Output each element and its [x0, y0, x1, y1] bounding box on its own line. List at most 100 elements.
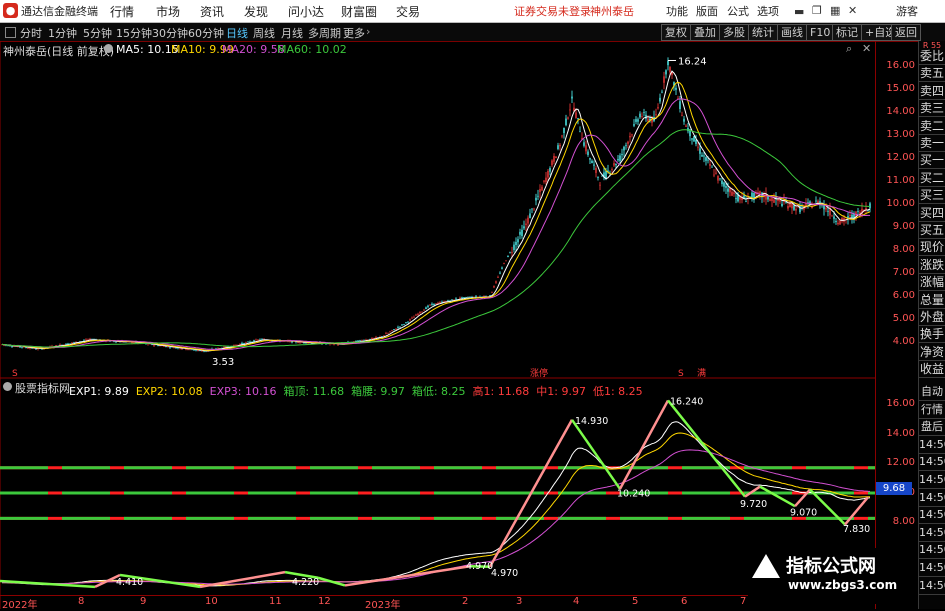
candle-body — [421, 312, 422, 313]
indicator-tick-label: 12.00 — [886, 457, 915, 468]
candle-body — [405, 322, 406, 323]
menu-market[interactable]: 市场 — [156, 3, 180, 20]
period-tab-multi[interactable]: 多周期 — [308, 25, 341, 41]
candle-body — [773, 199, 774, 202]
candle-body — [619, 156, 620, 161]
menu-formula[interactable]: 公式 — [727, 3, 749, 19]
grid-icon[interactable]: ▦ — [830, 4, 840, 17]
period-tab-monthly[interactable]: 月线 — [281, 25, 303, 41]
f10-button[interactable]: F10 — [806, 24, 834, 41]
axis-divider — [875, 41, 876, 609]
sidebar-item: 净资 — [919, 344, 945, 361]
candle-body — [529, 214, 530, 219]
statistics-button[interactable]: 统计 — [748, 24, 778, 41]
draw-line-button[interactable]: 画线 — [777, 24, 807, 41]
period-tab-intraday[interactable]: 分时 — [20, 25, 42, 41]
period-tab-weekly[interactable]: 周线 — [253, 25, 275, 41]
candle-body — [579, 131, 580, 132]
sidebar-item: 委比 — [919, 48, 945, 65]
date-tick-label: 12 — [318, 596, 331, 607]
sidebar-item: 卖一 — [919, 135, 945, 152]
candle-body — [241, 343, 242, 344]
candle-body — [791, 204, 792, 209]
sidebar-item: 买二 — [919, 170, 945, 187]
period-tab-more[interactable]: 更多 — [343, 25, 365, 41]
toolbar-expand-icon[interactable] — [5, 27, 16, 38]
candle-body — [593, 165, 594, 166]
sidebar-item: 涨跌 — [919, 257, 945, 274]
menu-function[interactable]: 功能 — [666, 3, 688, 19]
candle-body — [705, 157, 706, 161]
app-logo-icon: ● — [3, 3, 18, 18]
guest-label[interactable]: 游客 — [896, 3, 918, 19]
signal-marker: 涨停 — [530, 367, 548, 379]
minimize-icon[interactable]: ▬ — [794, 5, 804, 18]
period-tab-60min[interactable]: 60分钟 — [188, 25, 224, 41]
candle-body — [837, 223, 838, 224]
login-notice[interactable]: 证券交易未登录 — [514, 3, 591, 19]
menu-market-quotes[interactable]: 行情 — [110, 3, 134, 20]
date-tick-label: 3 — [516, 596, 522, 607]
candle-body — [269, 341, 270, 342]
candle-body — [725, 186, 726, 188]
candle-body — [501, 268, 502, 269]
menu-layout[interactable]: 版面 — [696, 3, 718, 19]
period-tab-15min[interactable]: 15分钟 — [116, 25, 152, 41]
restore-icon[interactable]: ❐ — [812, 4, 822, 17]
candle-body — [739, 197, 740, 199]
candle-body — [833, 217, 834, 219]
menu-ask[interactable]: 问小达 — [288, 3, 324, 20]
menu-wealth[interactable]: 财富圈 — [341, 3, 377, 20]
candle-body — [617, 159, 618, 160]
candle-body — [613, 163, 614, 166]
zigzag-up-segment — [345, 566, 470, 585]
multi-stock-button[interactable]: 多股 — [719, 24, 749, 41]
price-tick-label: 12.00 — [886, 152, 915, 163]
candle-body — [497, 277, 498, 278]
candle-body — [493, 286, 494, 287]
date-tick-label: 4 — [573, 596, 579, 607]
zigzag-value-label: 9.720 — [740, 499, 767, 510]
candle-body — [451, 299, 452, 300]
sidebar-time-item: 自动 — [919, 384, 945, 401]
close-icon[interactable]: ✕ — [848, 4, 857, 17]
candle-body — [333, 344, 334, 345]
menu-trade[interactable]: 交易 — [396, 3, 420, 20]
candle-body — [717, 176, 718, 181]
adjust-button[interactable]: 复权 — [661, 24, 691, 41]
candle-body — [59, 345, 60, 346]
current-value-badge: 9.68 — [876, 482, 912, 495]
price-tick-label: 7.00 — [893, 267, 915, 278]
candle-body — [29, 348, 30, 349]
menu-discover[interactable]: 发现 — [244, 3, 268, 20]
candle-body — [249, 342, 250, 343]
candle-body — [771, 198, 772, 201]
candle-body — [811, 207, 812, 208]
period-tab-5min[interactable]: 5分钟 — [83, 25, 112, 41]
menu-news[interactable]: 资讯 — [200, 3, 224, 20]
candle-body — [623, 147, 624, 151]
sidebar-time-item: 14:50 — [919, 490, 945, 507]
period-tab-daily[interactable]: 日线 — [226, 25, 248, 41]
zigzag-down-segment — [572, 420, 620, 489]
candle-body — [407, 322, 408, 323]
sidebar-time-item: 14:50 — [919, 437, 945, 454]
candle-body — [591, 161, 592, 163]
period-tab-1min[interactable]: 1分钟 — [48, 25, 77, 41]
candle-body — [505, 260, 506, 261]
overlay-button[interactable]: 叠加 — [690, 24, 720, 41]
candle-body — [395, 329, 396, 330]
back-button[interactable]: 返回 — [891, 24, 921, 41]
kline-chart[interactable]: 14.93016.24010.2409.7209.0707.8304.4104.… — [0, 41, 875, 609]
mark-button[interactable]: 标记 — [832, 24, 862, 41]
zigzag-value-label: 4.410 — [116, 577, 143, 588]
more-chevron-icon[interactable]: › — [366, 25, 370, 38]
menu-options[interactable]: 选项 — [757, 3, 779, 19]
candle-body — [517, 239, 518, 242]
candle-body — [565, 119, 566, 126]
candle-body — [601, 176, 602, 177]
candle-body — [337, 345, 338, 346]
period-tab-30min[interactable]: 30分钟 — [152, 25, 188, 41]
ma5-line — [2, 71, 870, 351]
candle-body — [523, 226, 524, 228]
